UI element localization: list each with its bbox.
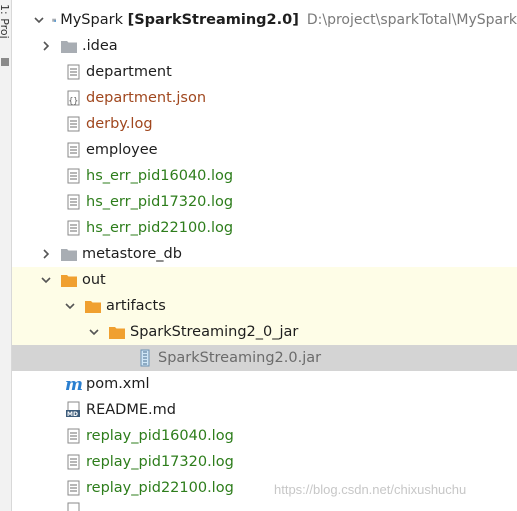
svg-text:{}: {} <box>69 96 79 105</box>
item-label: README.md <box>86 402 176 418</box>
item-label: artifacts <box>106 298 166 314</box>
item-label: hs_err_pid22100.log <box>86 220 234 236</box>
tree-row-out[interactable]: out <box>12 267 517 293</box>
module-folder-icon <box>52 11 56 29</box>
text-file-icon <box>64 63 82 81</box>
item-label: SparkStreaming2_0_jar <box>130 324 299 340</box>
excluded-folder-icon <box>60 271 78 289</box>
item-label: derby.log <box>86 116 153 132</box>
text-file-icon <box>64 141 82 159</box>
tree-row-sparkstreaming-jar-folder[interactable]: SparkStreaming2_0_jar <box>12 319 517 345</box>
chevron-down-icon[interactable] <box>88 326 100 338</box>
tree-row-artifacts[interactable]: artifacts <box>12 293 517 319</box>
text-file-icon <box>64 219 82 237</box>
item-label: hs_err_pid17320.log <box>86 194 234 210</box>
tree-row-department-json[interactable]: {} department.json <box>64 85 517 111</box>
watermark: https://blog.csdn.net/chixushuchu <box>274 482 467 497</box>
tree-row-employee[interactable]: employee <box>64 137 517 163</box>
tree-row-hs-err-17320[interactable]: hs_err_pid17320.log <box>64 189 517 215</box>
text-file-icon <box>64 427 82 445</box>
folder-icon <box>60 37 78 55</box>
tree-row-partial <box>64 501 517 511</box>
chevron-right-icon[interactable] <box>40 40 52 52</box>
item-label: employee <box>86 142 158 158</box>
item-label: hs_err_pid16040.log <box>86 168 234 184</box>
root-module: [SparkStreaming2.0] <box>127 12 299 28</box>
tree-row-hs-err-22100[interactable]: hs_err_pid22100.log <box>64 215 517 241</box>
folder-icon <box>108 323 126 341</box>
item-label: replay_pid16040.log <box>86 428 234 444</box>
project-strip-label[interactable]: 1: Proj <box>0 4 11 39</box>
tree-row-replay-17320[interactable]: replay_pid17320.log <box>64 449 517 475</box>
item-label: metastore_db <box>82 246 182 262</box>
text-file-icon <box>64 501 82 511</box>
item-label: department.json <box>86 90 207 106</box>
chevron-down-icon[interactable] <box>34 14 44 26</box>
tree-row-readme[interactable]: MD README.md <box>64 397 517 423</box>
root-name: MySpark <box>60 12 123 28</box>
tree-row-sparkstreaming-jar[interactable]: SparkStreaming2.0.jar <box>12 345 517 371</box>
text-file-icon <box>64 167 82 185</box>
text-file-icon <box>64 453 82 471</box>
tree-row-idea[interactable]: .idea <box>40 33 517 59</box>
project-strip-icon <box>1 58 9 66</box>
svg-text:m: m <box>65 375 82 393</box>
item-label: pom.xml <box>86 376 150 392</box>
svg-text:MD: MD <box>67 411 78 418</box>
tree-row-department[interactable]: department <box>64 59 517 85</box>
root-project-name: MySpark [SparkStreaming2.0] <box>60 12 299 28</box>
tree-row-hs-err-16040[interactable]: hs_err_pid16040.log <box>64 163 517 189</box>
tree-row-pom-xml[interactable]: m pom.xml <box>64 371 517 397</box>
folder-icon <box>60 245 78 263</box>
chevron-down-icon[interactable] <box>40 274 52 286</box>
item-label: .idea <box>82 38 118 54</box>
item-label: replay_pid22100.log <box>86 480 234 496</box>
text-file-icon <box>64 115 82 133</box>
item-label: out <box>82 272 106 288</box>
root-path: D:\project\sparkTotal\MySpark <box>306 12 517 28</box>
markdown-file-icon: MD <box>64 401 82 419</box>
tree-row-root[interactable]: MySpark [SparkStreaming2.0] D:\project\s… <box>34 7 517 33</box>
item-label: SparkStreaming2.0.jar <box>158 350 322 366</box>
jar-archive-icon <box>136 349 154 367</box>
item-label: department <box>86 64 172 80</box>
chevron-right-icon[interactable] <box>40 248 52 260</box>
item-label: replay_pid17320.log <box>86 454 234 470</box>
tree-row-metastore-db[interactable]: metastore_db <box>40 241 517 267</box>
folder-icon <box>84 297 102 315</box>
tree-row-replay-16040[interactable]: replay_pid16040.log <box>64 423 517 449</box>
maven-icon: m <box>64 375 82 393</box>
project-tool-window-strip[interactable]: 1: Proj <box>0 0 12 511</box>
json-file-icon: {} <box>64 89 82 107</box>
text-file-icon <box>64 479 82 497</box>
text-file-icon <box>64 193 82 211</box>
chevron-down-icon[interactable] <box>64 300 76 312</box>
tree-row-derby-log[interactable]: derby.log <box>64 111 517 137</box>
